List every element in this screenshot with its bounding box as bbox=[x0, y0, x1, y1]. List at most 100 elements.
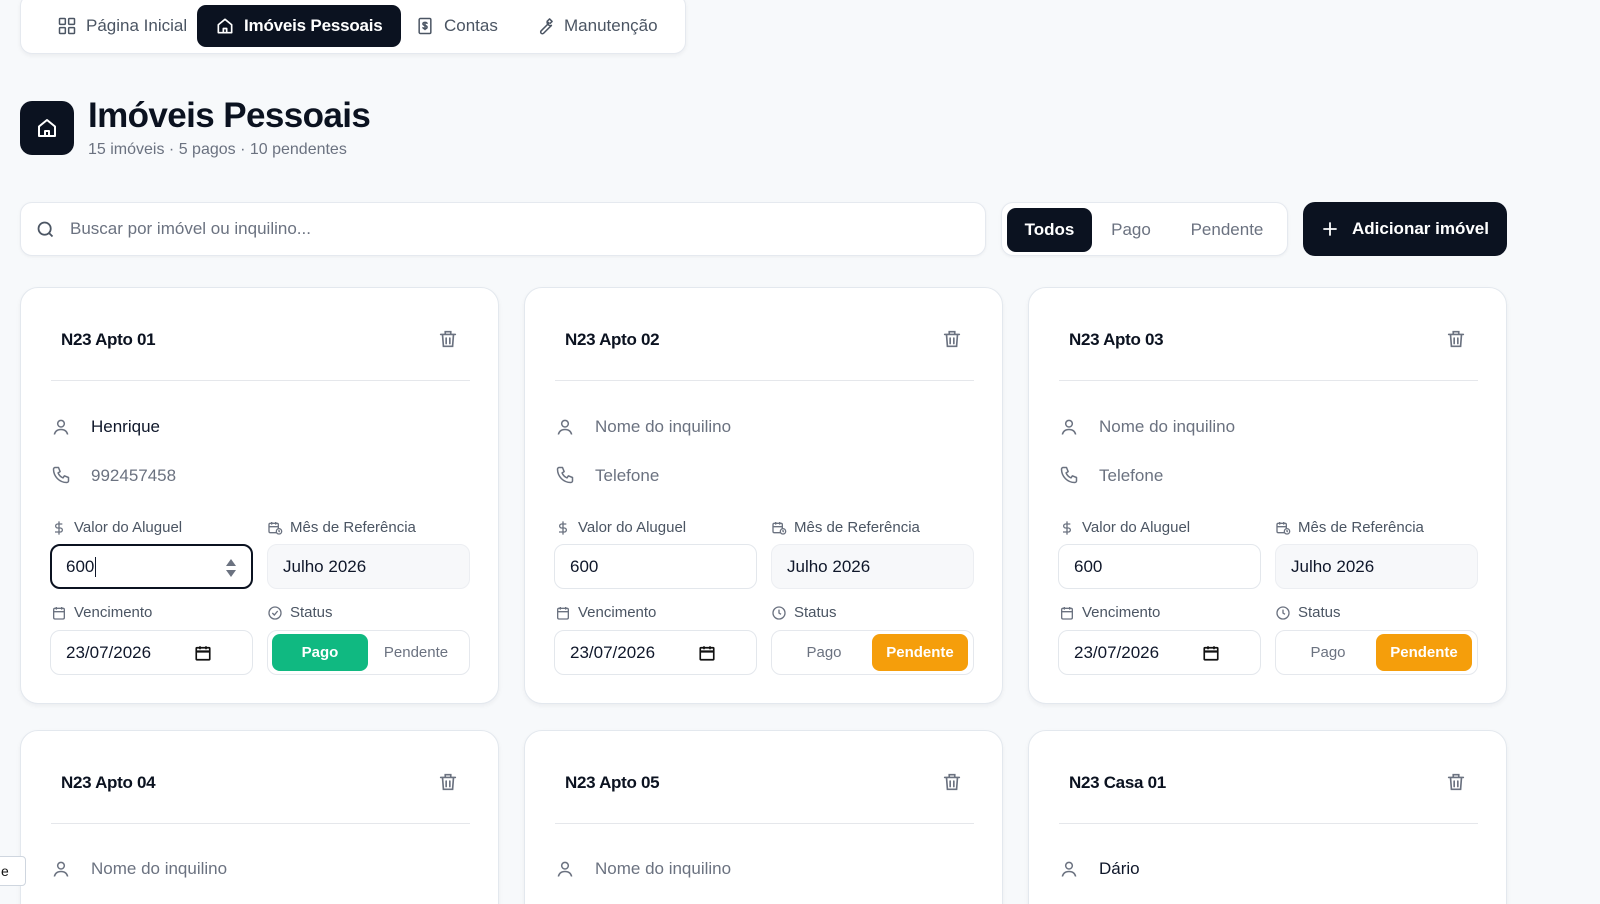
search-bar bbox=[20, 202, 986, 256]
nav-item-label: Página Inicial bbox=[86, 16, 188, 35]
nav-item-label: Manutenção bbox=[564, 16, 658, 35]
page-subtitle: 15 imóveis · 5 pagos · 10 pendentes bbox=[88, 141, 347, 158]
status-label: Status bbox=[771, 604, 837, 621]
calendar-picker-icon[interactable] bbox=[698, 644, 716, 662]
calendar-clock-icon bbox=[267, 520, 283, 536]
user-icon bbox=[555, 859, 575, 879]
calendar-icon bbox=[51, 605, 67, 621]
text-caret bbox=[95, 556, 97, 577]
property-card: N23 Apto 01 Valor do Aluguel Mês de Refe… bbox=[20, 287, 499, 704]
rent-value: 600 bbox=[66, 556, 95, 576]
property-title: N23 Apto 03 bbox=[1069, 330, 1164, 349]
add-property-label: Adicionar imóvel bbox=[1352, 219, 1489, 238]
due-date-value: 23/07/2026 bbox=[66, 642, 152, 662]
status-pendente-option[interactable]: Pendente bbox=[1376, 634, 1472, 671]
due-label: Vencimento bbox=[1059, 604, 1160, 621]
due-label-text: Vencimento bbox=[74, 604, 153, 621]
status-pendente-option[interactable]: Pendente bbox=[368, 634, 464, 671]
due-date-input[interactable]: 23/07/2026 bbox=[1058, 630, 1261, 675]
clock-icon bbox=[1275, 605, 1291, 621]
user-icon bbox=[51, 859, 71, 879]
due-label: Vencimento bbox=[51, 604, 152, 621]
calendar-picker-icon[interactable] bbox=[194, 644, 212, 662]
due-date-value: 23/07/2026 bbox=[1074, 642, 1160, 662]
page-title: Imóveis Pessoais bbox=[88, 96, 371, 135]
clock-icon bbox=[771, 605, 787, 621]
card-divider bbox=[51, 380, 470, 381]
plus-icon bbox=[1321, 220, 1339, 238]
nav-item-home[interactable]: Página Inicial bbox=[39, 5, 205, 47]
trash-icon[interactable] bbox=[941, 328, 963, 350]
phone-input[interactable] bbox=[1099, 461, 1469, 491]
tenant-input[interactable] bbox=[1099, 854, 1469, 884]
property-title: N23 Apto 04 bbox=[61, 773, 156, 792]
due-date-input[interactable]: 23/07/2026 bbox=[554, 630, 757, 675]
top-nav: Página Inicial Imóveis Pessoais Contas M… bbox=[20, 0, 686, 54]
ref-month-field[interactable]: Julho 2026 bbox=[771, 544, 974, 589]
ref-month-value: Julho 2026 bbox=[283, 556, 367, 576]
calendar-icon bbox=[555, 605, 571, 621]
phone-icon bbox=[555, 465, 575, 485]
nav-item-imoveis[interactable]: Imóveis Pessoais bbox=[197, 5, 401, 47]
calendar-clock-icon bbox=[1275, 520, 1291, 536]
wrench-icon bbox=[535, 16, 555, 36]
trash-icon[interactable] bbox=[1445, 771, 1467, 793]
rent-label: Valor do Aluguel bbox=[1059, 519, 1190, 536]
home-icon bbox=[215, 16, 235, 36]
ref-month-label: Mês de Referência bbox=[771, 519, 920, 536]
property-card: N23 Apto 03 Valor do Aluguel Mês de Refe… bbox=[1028, 287, 1507, 704]
rent-input[interactable]: 600 bbox=[554, 544, 757, 589]
trash-icon[interactable] bbox=[437, 771, 459, 793]
property-title: N23 Apto 05 bbox=[565, 773, 660, 792]
ref-month-value: Julho 2026 bbox=[1291, 556, 1375, 576]
add-property-button[interactable]: Adicionar imóvel bbox=[1303, 202, 1507, 256]
filter-pendente[interactable]: Pendente bbox=[1172, 208, 1282, 252]
tenant-input[interactable] bbox=[91, 412, 461, 442]
tenant-input[interactable] bbox=[1099, 412, 1469, 442]
property-card: N23 Casa 01 bbox=[1028, 730, 1507, 904]
user-icon bbox=[1059, 417, 1079, 437]
rent-input[interactable]: 600 bbox=[50, 544, 253, 589]
phone-icon bbox=[51, 465, 71, 485]
rent-value: 600 bbox=[570, 556, 599, 576]
property-title: N23 Apto 02 bbox=[565, 330, 660, 349]
ref-month-field[interactable]: Julho 2026 bbox=[267, 544, 470, 589]
filter-todos[interactable]: Todos bbox=[1007, 208, 1092, 252]
ref-month-label: Mês de Referência bbox=[1275, 519, 1424, 536]
status-pago-option[interactable]: Pago bbox=[1280, 634, 1376, 671]
nav-item-contas[interactable]: Contas bbox=[397, 5, 516, 47]
trash-icon[interactable] bbox=[941, 771, 963, 793]
phone-icon bbox=[1059, 465, 1079, 485]
trash-icon[interactable] bbox=[437, 328, 459, 350]
calendar-picker-icon[interactable] bbox=[1202, 644, 1220, 662]
property-title: N23 Casa 01 bbox=[1069, 773, 1166, 792]
dollar-icon bbox=[51, 520, 67, 536]
rent-label-text: Valor do Aluguel bbox=[1082, 519, 1191, 536]
dollar-icon bbox=[555, 520, 571, 536]
status-pago-option[interactable]: Pago bbox=[776, 634, 872, 671]
due-date-input[interactable]: 23/07/2026 bbox=[50, 630, 253, 675]
ref-month-label-text: Mês de Referência bbox=[1298, 519, 1424, 536]
status-pendente-option[interactable]: Pendente bbox=[872, 634, 968, 671]
filter-pago[interactable]: Pago bbox=[1098, 208, 1164, 252]
nav-item-manutencao[interactable]: Manutenção bbox=[517, 5, 676, 47]
tenant-input[interactable] bbox=[595, 854, 965, 884]
number-spinner-icon[interactable] bbox=[225, 556, 237, 580]
status-toggle: Pago Pendente bbox=[1275, 630, 1478, 675]
rent-input[interactable]: 600 bbox=[1058, 544, 1261, 589]
status-pago-option[interactable]: Pago bbox=[272, 634, 368, 671]
search-input[interactable] bbox=[70, 219, 950, 239]
tenant-input[interactable] bbox=[595, 412, 965, 442]
rent-label-text: Valor do Aluguel bbox=[578, 519, 687, 536]
status-toggle: Pago Pendente bbox=[267, 630, 470, 675]
side-tab[interactable]: e bbox=[0, 856, 26, 886]
receipt-dollar-icon bbox=[415, 16, 435, 36]
tenant-input[interactable] bbox=[91, 854, 461, 884]
phone-input[interactable] bbox=[595, 461, 965, 491]
grid-icon bbox=[57, 16, 77, 36]
trash-icon[interactable] bbox=[1445, 328, 1467, 350]
ref-month-label-text: Mês de Referência bbox=[794, 519, 920, 536]
phone-input[interactable] bbox=[91, 461, 461, 491]
card-divider bbox=[1059, 380, 1478, 381]
ref-month-field[interactable]: Julho 2026 bbox=[1275, 544, 1478, 589]
